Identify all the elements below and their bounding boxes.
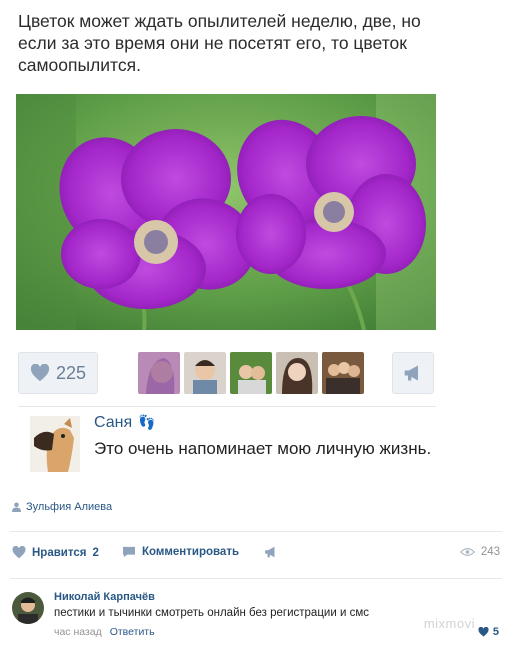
heart-icon [12,546,26,559]
divider [10,531,502,532]
reply-button[interactable]: Ответить [110,626,155,638]
reply-time[interactable]: час назад [54,626,102,638]
comment-author[interactable]: Саня [94,414,132,431]
share-button[interactable] [264,546,278,558]
like-box[interactable]: 225 [18,352,98,394]
comment-button[interactable]: Комментировать [122,546,239,558]
avatar[interactable] [138,352,180,394]
post-text: Цветок может ждать опылителей неделю, дв… [18,11,421,75]
footprints-icon: 👣 [138,414,158,430]
reply-text: пестики и тычинки смотреть онлайн без ре… [54,607,369,619]
divider [10,578,502,579]
heart-icon [30,364,50,382]
reply-comment: Николай Карпачёв пестики и тычинки смотр… [10,590,505,646]
flowers-illustration [16,94,436,330]
like-button[interactable]: Нравится 2 [12,546,99,559]
reply-author[interactable]: Николай Карпачёв [54,591,155,603]
reply-like-button[interactable]: 5 [478,626,499,638]
share-box[interactable] [392,352,434,394]
views-counter: 243 [459,546,500,558]
post-author-name: Зульфия Алиева [26,501,113,513]
avatar[interactable] [230,352,272,394]
avatar[interactable] [184,352,226,394]
likes-count: 225 [55,362,87,383]
comment-icon [123,546,135,558]
watermark: mixmovi [423,616,475,631]
flower-right [236,116,426,289]
divider [18,406,436,407]
like-count: 2 [92,546,99,559]
person-icon [12,502,21,512]
post-actions: Нравится 2 Комментировать 243 [12,546,502,566]
reply-likes-count: 5 [492,626,499,638]
liker-avatars [138,352,364,394]
megaphone-icon [404,365,418,381]
avatar[interactable] [276,352,318,394]
megaphone-icon [265,546,275,558]
comment-label: Комментировать [142,546,240,558]
avatar[interactable] [322,352,364,394]
eye-icon [459,548,475,556]
avatar[interactable] [12,592,44,624]
post-photo[interactable] [16,94,436,330]
avatar[interactable] [30,416,80,472]
comment-text: Это очень напоминает мою личную жизнь. [94,439,432,458]
views-count: 243 [480,546,500,558]
heart-icon [478,627,489,637]
like-label: Нравится [32,546,87,559]
embedded-comment: Саня 👣 Это очень напоминает мою личную жи… [18,414,438,480]
post-author[interactable]: Зульфия Алиева [12,501,112,513]
